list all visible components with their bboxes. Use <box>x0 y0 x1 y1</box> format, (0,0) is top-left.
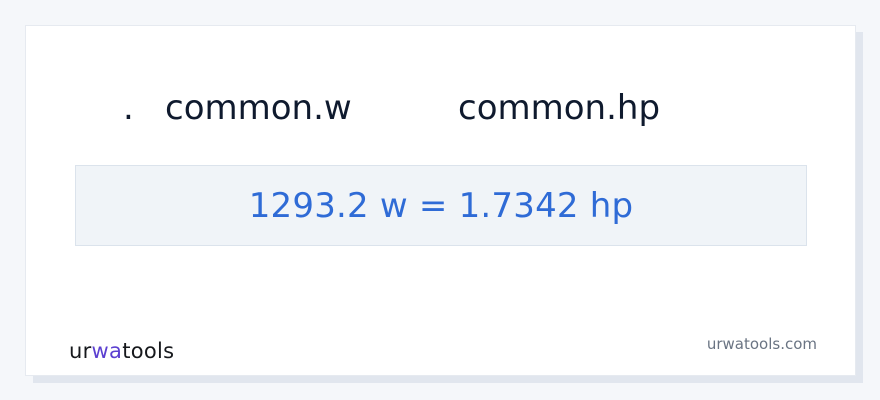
logo-text-part3: tools <box>122 339 175 363</box>
logo-text-part1: ur <box>69 339 92 363</box>
unit-header: . common.w common.hp <box>26 88 855 128</box>
urwatools-logo: ur wa tools <box>69 338 174 364</box>
result-box: 1293.2 w = 1.7342 hp <box>75 165 807 246</box>
header-dot: . <box>123 88 134 128</box>
conversion-result: 1293.2 w = 1.7342 hp <box>248 185 634 226</box>
site-url: urwatools.com <box>706 335 817 353</box>
from-unit-label: common.w <box>165 88 352 128</box>
page: . common.w common.hp 1293.2 w = 1.7342 h… <box>0 0 880 400</box>
converter-card: . common.w common.hp 1293.2 w = 1.7342 h… <box>25 25 856 376</box>
logo-text-part2: wa <box>91 339 123 363</box>
to-unit-label: common.hp <box>458 88 661 128</box>
